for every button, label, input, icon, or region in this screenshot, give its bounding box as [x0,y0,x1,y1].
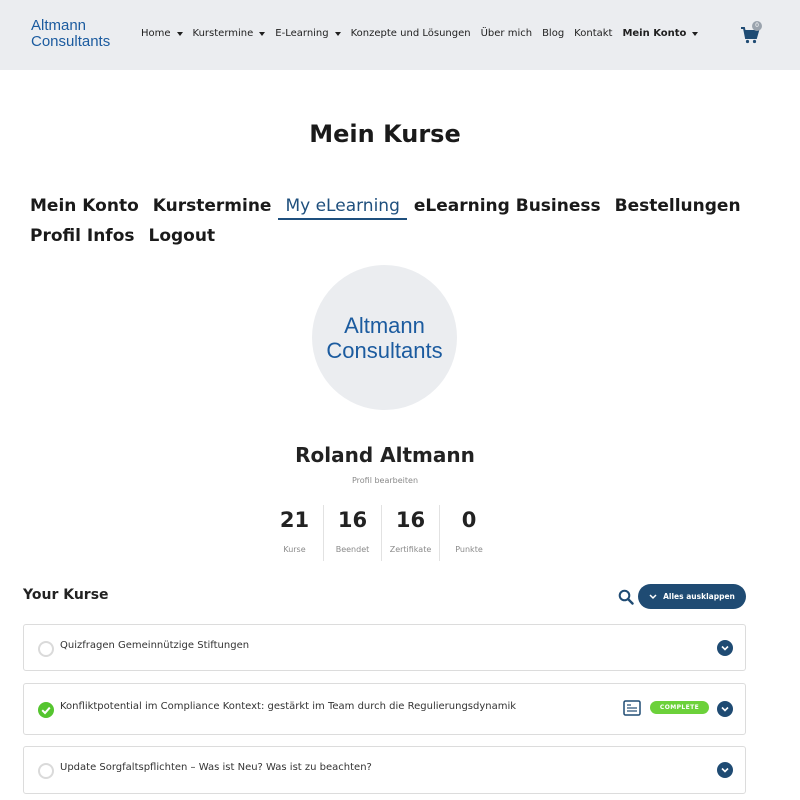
account-tab-mein-konto[interactable]: Mein Konto [30,196,139,218]
stat-label: Punkte [455,545,483,554]
account-menu: Mein Konto Kurstermine My eLearning eLea… [30,196,770,256]
nav-item-blog[interactable]: Blog [542,28,564,39]
stat-value: 21 [279,508,310,532]
nav-label: Konzepte und Lösungen [350,28,471,39]
stat-value: 16 [395,508,426,532]
main-nav: Home Kurstermine E-Learning Konzepte und… [141,28,708,39]
nav-label: Home [141,28,171,39]
stat-label: Beendet [335,545,370,554]
account-tab-my-elearning[interactable]: My eLearning [278,196,407,220]
nav-label: Blog [542,28,565,39]
caret-down-icon [176,31,183,36]
avatar: Altmann Consultants [312,265,457,410]
search-icon[interactable] [618,589,634,605]
course-item[interactable]: Quizfragen Gemeinnützige Stiftungen [23,624,746,671]
course-item[interactable]: Konfliktpotential im Compliance Kontext:… [23,683,746,735]
avatar-line1: Altmann [344,312,425,338]
nav-item-ueber-mich[interactable]: Über mich [481,28,532,39]
courses-section-title: Your Kurse [23,587,109,603]
account-tab-elearning-business[interactable]: eLearning Business [414,196,601,218]
nav-item-kurstermine[interactable]: Kurstermine [193,28,266,39]
stat-beendet: 16 Beendet [324,505,382,561]
site-logo[interactable]: Altmann Consultants [31,18,110,50]
stat-zertifikate: 16 Zertifikate [382,505,440,561]
caret-down-icon [334,31,341,36]
nav-label: Kurstermine [192,28,254,39]
avatar-line2: Consultants [326,337,443,363]
logo-line2: Consultants [31,33,111,50]
page-title: Mein Kurse [309,120,461,148]
stat-punkte: 0 Punkte [440,505,498,561]
incomplete-status-icon [38,763,54,779]
nav-item-home[interactable]: Home [141,28,183,39]
logo-line1: Altmann [31,17,87,34]
complete-check-icon [38,702,54,718]
course-title: Konfliktpotential im Compliance Kontext:… [60,701,517,712]
site-header: Altmann Consultants Home Kurstermine E-L… [0,0,800,70]
incomplete-status-icon [38,641,54,657]
caret-down-icon [259,31,266,36]
nav-item-kontakt[interactable]: Kontakt [574,28,612,39]
nav-label: E-Learning [275,28,329,39]
nav-label: Mein Konto [622,28,687,39]
user-name: Roland Altmann [295,443,475,467]
chevron-down-icon[interactable] [717,762,733,778]
expand-all-label: Alles ausklappen [663,592,735,601]
chevron-down-icon[interactable] [717,640,733,656]
stat-kurse: 21 Kurse [266,505,324,561]
course-title: Quizfragen Gemeinnützige Stiftungen [60,640,250,651]
account-menu-row: Profil Infos Logout [30,226,770,256]
stat-label: Zertifikate [389,545,432,554]
caret-down-icon [692,31,699,36]
expand-all-button[interactable]: Alles ausklappen [638,584,746,609]
stat-value: 0 [461,508,477,532]
nav-item-elearning[interactable]: E-Learning [275,28,341,39]
profile-stats: 21 Kurse 16 Beendet 16 Zertifikate 0 Pun… [266,505,498,561]
nav-item-mein-konto[interactable]: Mein Konto [622,28,699,39]
nav-label: Kontakt [574,28,613,39]
edit-profile-link[interactable]: Profil bearbeiten [0,476,770,485]
cart-count-badge: 0 [752,21,762,31]
nav-item-konzepte[interactable]: Konzepte und Lösungen [351,28,471,39]
account-tab-kurstermine[interactable]: Kurstermine [153,196,272,218]
course-item[interactable]: Update Sorgfaltspflichten – Was ist Neu?… [23,746,746,794]
account-tab-logout[interactable]: Logout [149,226,216,248]
course-title: Update Sorgfaltspflichten – Was ist Neu?… [60,762,372,773]
stat-label: Kurse [283,545,306,554]
chevron-down-icon [649,593,657,599]
certificate-icon[interactable] [623,700,641,716]
stat-value: 16 [337,508,368,532]
nav-label: Über mich [480,28,533,39]
avatar-logo: Altmann Consultants [326,313,442,363]
chevron-down-icon[interactable] [717,701,733,717]
account-tab-profil-infos[interactable]: Profil Infos [30,226,135,248]
account-menu-row: Mein Konto Kurstermine My eLearning eLea… [30,196,770,226]
complete-badge: COMPLETE [650,701,709,714]
account-tab-bestellungen[interactable]: Bestellungen [615,196,741,218]
